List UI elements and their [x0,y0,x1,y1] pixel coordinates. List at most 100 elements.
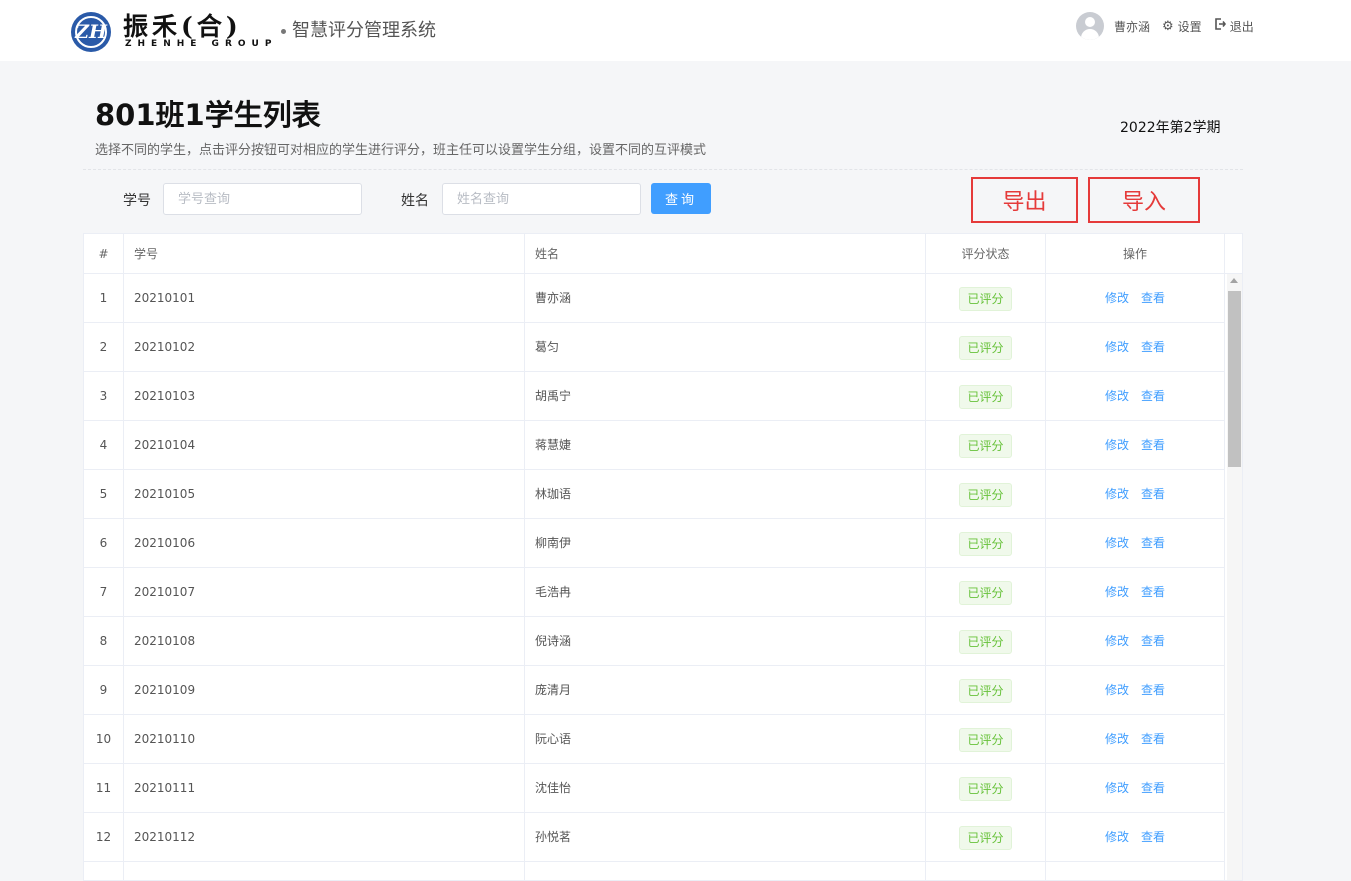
settings-label: 设置 [1177,19,1202,34]
view-link[interactable]: 查看 [1141,585,1165,599]
row-student-no: 20210101 [124,274,525,323]
status-badge: 已评分 [959,286,1012,311]
edit-link[interactable]: 修改 [1105,389,1129,403]
brand-logo[interactable]: ZH 振禾(合) ZHENHE GROUP [71,10,271,52]
row-status-cell: 已评分 [926,372,1046,421]
row-status-cell: 已评分 [926,421,1046,470]
table-row[interactable]: 2 20210102 葛匀 已评分 修改 查看 [84,323,1225,372]
import-button[interactable]: 导入 [1088,177,1200,223]
row-index: 8 [84,617,124,666]
row-student-name: 曹亦涵 [525,274,926,323]
row-actions: 修改 查看 [1046,470,1225,519]
edit-link[interactable]: 修改 [1105,732,1129,746]
status-badge: 已评分 [959,678,1012,703]
view-link[interactable]: 查看 [1141,291,1165,305]
status-badge: 已评分 [959,727,1012,752]
term-label: 2022年第2学期 [1120,120,1221,136]
zh-logo-icon: ZH [71,12,111,52]
row-index: 6 [84,519,124,568]
chevron-up-icon[interactable] [1230,278,1238,283]
row-status-cell: 已评分 [926,470,1046,519]
user-area: 曹亦涵 ⚙ 设置 退出 [1076,12,1254,40]
view-link[interactable]: 查看 [1141,830,1165,844]
student-no-input[interactable] [163,183,362,215]
row-actions: 修改 查看 [1046,323,1225,372]
table-scrollbar[interactable] [1227,274,1242,880]
table-row[interactable]: 9 20210109 庞清月 已评分 修改 查看 [84,666,1225,715]
logo-subtext: ZHENHE GROUP [125,39,278,49]
row-student-name: 庞清月 [525,666,926,715]
table-row[interactable]: 8 20210108 倪诗涵 已评分 修改 查看 [84,617,1225,666]
view-link[interactable]: 查看 [1141,683,1165,697]
row-student-no: 20210103 [124,372,525,421]
view-link[interactable]: 查看 [1141,634,1165,648]
row-status-cell: 已评分 [926,617,1046,666]
name-input[interactable] [442,183,641,215]
table-row[interactable]: 7 20210107 毛浩冉 已评分 修改 查看 [84,568,1225,617]
row-actions: 修改 查看 [1046,519,1225,568]
row-index: 5 [84,470,124,519]
column-header-student-no: 学号 [124,234,525,274]
row-student-name: 林珈语 [525,470,926,519]
edit-link[interactable]: 修改 [1105,830,1129,844]
logout-link[interactable]: 退出 [1214,18,1254,35]
table-row[interactable]: 5 20210105 林珈语 已评分 修改 查看 [84,470,1225,519]
row-student-no: 20210106 [124,519,525,568]
row-student-name: 蒋慧婕 [525,421,926,470]
header-gutter [1225,234,1242,274]
view-link[interactable]: 查看 [1141,536,1165,550]
row-status-cell: 已评分 [926,274,1046,323]
row-actions: 修改 查看 [1046,568,1225,617]
table-row-partial[interactable] [84,862,1225,880]
edit-link[interactable]: 修改 [1105,536,1129,550]
edit-link[interactable]: 修改 [1105,781,1129,795]
table-row[interactable]: 1 20210101 曹亦涵 已评分 修改 查看 [84,274,1225,323]
view-link[interactable]: 查看 [1141,438,1165,452]
edit-link[interactable]: 修改 [1105,585,1129,599]
scrollbar-thumb[interactable] [1228,291,1241,467]
row-student-no: 20210107 [124,568,525,617]
user-avatar-icon[interactable] [1076,12,1104,40]
edit-link[interactable]: 修改 [1105,438,1129,452]
row-actions [1046,862,1225,880]
edit-link[interactable]: 修改 [1105,291,1129,305]
view-link[interactable]: 查看 [1141,781,1165,795]
row-student-name: 毛浩冉 [525,568,926,617]
view-link[interactable]: 查看 [1141,732,1165,746]
table-row[interactable]: 11 20210111 沈佳怡 已评分 修改 查看 [84,764,1225,813]
table-row[interactable]: 3 20210103 胡禹宁 已评分 修改 查看 [84,372,1225,421]
edit-link[interactable]: 修改 [1105,487,1129,501]
export-button[interactable]: 导出 [971,177,1078,223]
edit-link[interactable]: 修改 [1105,340,1129,354]
row-index: 11 [84,764,124,813]
student-no-label: 学号 [123,193,151,209]
row-index: 12 [84,813,124,862]
user-name[interactable]: 曹亦涵 [1114,18,1150,35]
edit-link[interactable]: 修改 [1105,634,1129,648]
row-actions: 修改 查看 [1046,715,1225,764]
row-student-name: 阮心语 [525,715,926,764]
row-actions: 修改 查看 [1046,617,1225,666]
view-link[interactable]: 查看 [1141,487,1165,501]
row-actions: 修改 查看 [1046,372,1225,421]
logout-label: 退出 [1229,19,1254,34]
row-status-cell: 已评分 [926,764,1046,813]
view-link[interactable]: 查看 [1141,340,1165,354]
query-button[interactable]: 查询 [651,183,711,214]
table-row[interactable]: 4 20210104 蒋慧婕 已评分 修改 查看 [84,421,1225,470]
row-status-cell: 已评分 [926,715,1046,764]
row-student-no: 20210109 [124,666,525,715]
row-index: 9 [84,666,124,715]
table-row[interactable]: 12 20210112 孙悦茗 已评分 修改 查看 [84,813,1225,862]
row-student-no: 20210110 [124,715,525,764]
view-link[interactable]: 查看 [1141,389,1165,403]
table-row[interactable]: 10 20210110 阮心语 已评分 修改 查看 [84,715,1225,764]
edit-link[interactable]: 修改 [1105,683,1129,697]
column-header-index: # [84,234,124,274]
settings-link[interactable]: ⚙ 设置 [1162,18,1202,35]
table-row[interactable]: 6 20210106 柳南伊 已评分 修改 查看 [84,519,1225,568]
row-student-no: 20210111 [124,764,525,813]
name-label: 姓名 [401,193,429,209]
row-index: 10 [84,715,124,764]
table-header: # 学号 姓名 评分状态 操作 [84,234,1242,274]
